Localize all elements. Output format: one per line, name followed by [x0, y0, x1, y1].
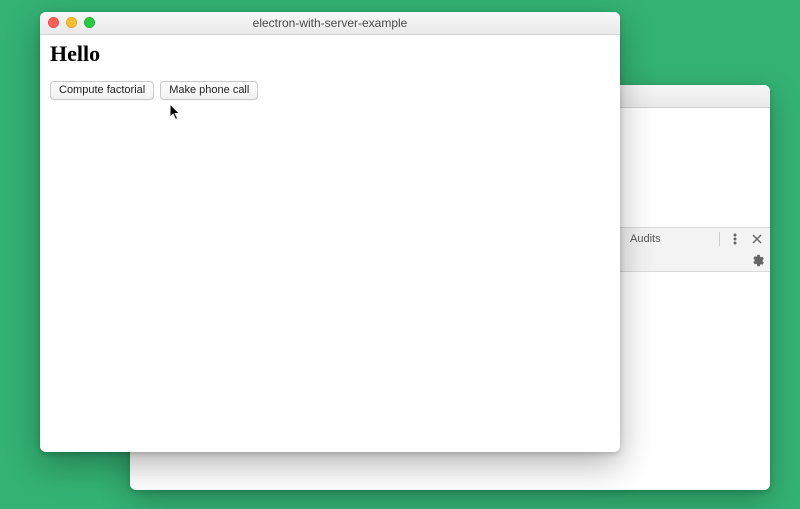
devtools-tab-audits[interactable]: Audits — [630, 233, 661, 245]
window-minimize-button[interactable] — [66, 17, 77, 28]
window-controls — [48, 17, 95, 28]
button-row: Compute factorial Make phone call — [50, 81, 610, 100]
compute-factorial-button[interactable]: Compute factorial — [50, 81, 154, 100]
gear-icon[interactable] — [750, 253, 764, 267]
app-titlebar: electron-with-server-example — [40, 12, 620, 35]
window-zoom-button[interactable] — [84, 17, 95, 28]
window-close-button[interactable] — [48, 17, 59, 28]
app-window: electron-with-server-example Hello Compu… — [40, 12, 620, 452]
close-icon[interactable] — [750, 232, 764, 246]
make-phone-call-button[interactable]: Make phone call — [160, 81, 258, 100]
page-heading: Hello — [50, 41, 610, 67]
app-content: Hello Compute factorial Make phone call — [40, 35, 620, 452]
devtools-separator — [719, 232, 720, 246]
kebab-menu-icon[interactable] — [728, 232, 742, 246]
window-title: electron-with-server-example — [40, 16, 620, 30]
